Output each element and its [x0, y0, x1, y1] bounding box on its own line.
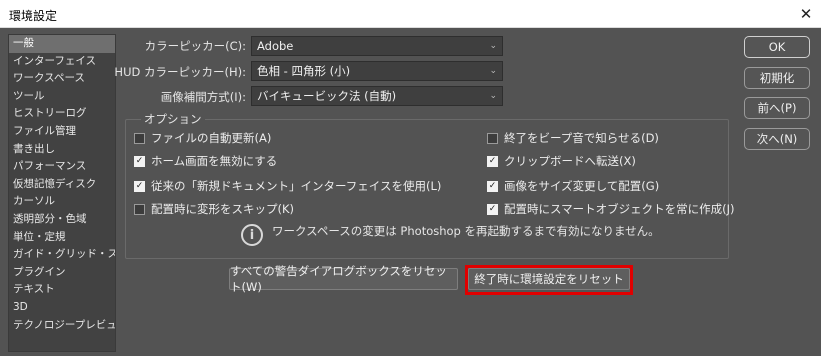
legacy-new-document-option[interactable]: ✓ 従来の「新規ドキュメント」インターフェイスを使用(L) — [134, 178, 441, 194]
sidebar-item-guides-grid-slices[interactable]: ガイド・グリッド・スライス — [9, 246, 115, 264]
option-label: 画像をサイズ変更して配置(G) — [504, 179, 660, 193]
checkmark-icon[interactable]: ✓ — [487, 180, 498, 192]
sidebar-item-scratch-disks[interactable]: 仮想記憶ディスク — [9, 176, 115, 194]
sidebar-item-file-handling[interactable]: ファイル管理 — [9, 123, 115, 141]
chevron-down-icon: ⌄ — [489, 41, 497, 51]
option-label: 配置時にスマートオブジェクトを常に作成(J) — [504, 202, 735, 216]
reset-button[interactable]: 初期化 — [744, 67, 810, 89]
previous-button[interactable]: 前へ(P) — [744, 97, 810, 119]
sidebar-item-3d[interactable]: 3D — [9, 299, 115, 317]
export-clipboard-option[interactable]: ✓ クリップボードへ転送(X) — [487, 153, 636, 169]
option-label: ホーム画面を無効にする — [151, 154, 278, 168]
beep-when-done-option[interactable]: 終了をビープ音で知らせる(D) — [487, 130, 659, 146]
title-bar: 環境設定 ✕ — [0, 0, 821, 28]
chevron-down-icon: ⌄ — [489, 66, 497, 76]
chevron-down-icon: ⌄ — [489, 91, 497, 101]
reset-warning-dialogs-button[interactable]: すべての警告ダイアログボックスをリセット(W) — [229, 264, 458, 294]
next-button[interactable]: 次へ(N) — [744, 128, 810, 150]
checkmark-icon[interactable]: ✓ — [134, 180, 145, 192]
checkmark-icon[interactable]: ✓ — [487, 203, 498, 215]
disable-home-screen-option[interactable]: ✓ ホーム画面を無効にする — [134, 153, 277, 169]
window-title: 環境設定 — [9, 9, 58, 23]
checkbox-icon[interactable] — [134, 132, 145, 144]
interpolation-label: 画像補間方式(I): — [160, 90, 246, 104]
red-highlight-box — [465, 265, 633, 295]
color-picker-label: カラーピッカー(C): — [144, 39, 246, 53]
close-icon[interactable]: ✕ — [791, 0, 821, 28]
option-label: クリップボードへ転送(X) — [504, 154, 636, 168]
option-label: 配置時に変形をスキップ(K) — [151, 202, 295, 216]
interpolation-select[interactable]: バイキュービック法 (自動) ⌄ — [251, 86, 503, 106]
sidebar-item-type[interactable]: テキスト — [9, 281, 115, 299]
skip-transform-on-place-option[interactable]: 配置時に変形をスキップ(K) — [134, 201, 294, 217]
auto-update-files-option[interactable]: ファイルの自動更新(A) — [134, 130, 271, 146]
interpolation-value: バイキュービック法 (自動) — [257, 89, 397, 103]
info-icon: i — [241, 224, 263, 246]
sidebar-item-export[interactable]: 書き出し — [9, 141, 115, 159]
hud-color-picker-select[interactable]: 色相 - 四角形 (小) ⌄ — [251, 61, 503, 81]
color-picker-value: Adobe — [257, 39, 294, 53]
ok-button[interactable]: OK — [744, 36, 810, 58]
sidebar-item-units-rulers[interactable]: 単位・定規 — [9, 229, 115, 247]
checkmark-icon[interactable]: ✓ — [134, 155, 145, 167]
sidebar-item-history-log[interactable]: ヒストリーログ — [9, 105, 115, 123]
color-picker-select[interactable]: Adobe ⌄ — [251, 36, 503, 56]
checkbox-icon[interactable] — [487, 132, 498, 144]
checkbox-icon[interactable] — [134, 203, 145, 215]
option-label: 従来の「新規ドキュメント」インターフェイスを使用(L) — [151, 179, 442, 193]
options-legend: オプション — [141, 111, 205, 127]
workspace-restart-note: ワークスペースの変更は Photoshop を再起動するまで有効になりません。 — [272, 224, 660, 238]
option-label: ファイルの自動更新(A) — [151, 131, 272, 145]
option-label: 終了をビープ音で知らせる(D) — [504, 131, 659, 145]
sidebar-item-transparency-gamut[interactable]: 透明部分・色域 — [9, 211, 115, 229]
preferences-sidebar: 一般 インターフェイス ワークスペース ツール ヒストリーログ ファイル管理 書… — [8, 34, 116, 352]
hud-color-picker-label: HUD カラーピッカー(H): — [114, 65, 246, 79]
sidebar-item-technology-previews[interactable]: テクノロジープレビュー — [9, 317, 115, 335]
sidebar-item-performance[interactable]: パフォーマンス — [9, 158, 115, 176]
resize-image-during-place-option[interactable]: ✓ 画像をサイズ変更して配置(G) — [487, 178, 659, 194]
sidebar-item-cursors[interactable]: カーソル — [9, 193, 115, 211]
hud-color-picker-value: 色相 - 四角形 (小) — [257, 64, 351, 78]
checkmark-icon[interactable]: ✓ — [487, 155, 498, 167]
sidebar-item-plugins[interactable]: プラグイン — [9, 264, 115, 282]
always-create-smart-objects-option[interactable]: ✓ 配置時にスマートオブジェクトを常に作成(J) — [487, 201, 735, 217]
